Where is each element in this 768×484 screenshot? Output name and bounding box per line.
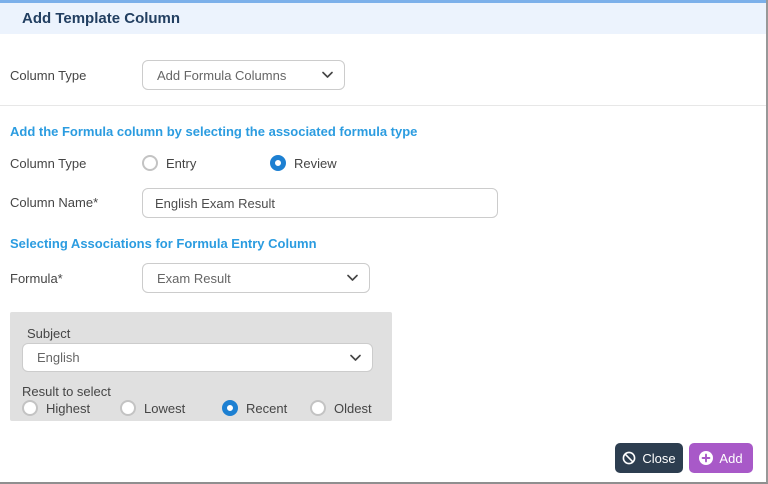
- section-divider: [0, 105, 766, 106]
- close-button[interactable]: Close: [615, 443, 683, 473]
- column-name-label: Column Name*: [10, 195, 99, 210]
- radio-lowest[interactable]: Lowest: [120, 400, 185, 416]
- associations-section-heading: Selecting Associations for Formula Entry…: [10, 236, 317, 251]
- radio-entry[interactable]: Entry: [142, 155, 196, 171]
- chevron-down-icon: [350, 354, 361, 361]
- radio-recent[interactable]: Recent: [222, 400, 287, 416]
- close-button-label: Close: [642, 450, 676, 466]
- add-template-column-modal: Add Template Column Column Type Add Form…: [0, 0, 768, 484]
- chevron-down-icon: [347, 274, 358, 282]
- radio-highest-circle[interactable]: [22, 400, 38, 416]
- add-button[interactable]: Add: [689, 443, 753, 473]
- subject-select[interactable]: English: [22, 343, 373, 372]
- radio-review[interactable]: Review: [270, 155, 337, 171]
- subject-label: Subject: [27, 326, 71, 341]
- column-name-input[interactable]: [142, 188, 498, 218]
- radio-recent-label: Recent: [246, 400, 288, 416]
- radio-oldest[interactable]: Oldest: [310, 400, 372, 416]
- ban-icon: [622, 451, 636, 465]
- column-type-select[interactable]: Add Formula Columns: [142, 60, 345, 90]
- radio-entry-label: Entry: [166, 155, 197, 171]
- radio-highest[interactable]: Highest: [22, 400, 90, 416]
- radio-highest-label: Highest: [46, 400, 91, 416]
- column-type-radio-label: Column Type: [10, 156, 87, 171]
- formula-section-heading: Add the Formula column by selecting the …: [10, 124, 418, 139]
- formula-select[interactable]: Exam Result: [142, 263, 370, 293]
- radio-oldest-circle[interactable]: [310, 400, 326, 416]
- radio-oldest-label: Oldest: [334, 400, 372, 416]
- radio-lowest-label: Lowest: [144, 400, 186, 416]
- modal-title: Add Template Column: [22, 10, 181, 27]
- radio-review-circle[interactable]: [270, 155, 286, 171]
- formula-select-value: Exam Result: [157, 270, 231, 286]
- radio-review-label: Review: [294, 155, 337, 171]
- add-button-label: Add: [719, 450, 743, 466]
- column-type-select-value: Add Formula Columns: [157, 67, 287, 83]
- formula-label: Formula*: [10, 271, 63, 286]
- radio-entry-circle[interactable]: [142, 155, 158, 171]
- chevron-down-icon: [322, 71, 333, 79]
- radio-lowest-circle[interactable]: [120, 400, 136, 416]
- plus-circle-icon: [699, 451, 714, 465]
- modal-header: Add Template Column: [0, 3, 766, 34]
- subject-select-value: English: [37, 350, 80, 365]
- column-type-top-label: Column Type: [10, 68, 87, 83]
- radio-recent-circle[interactable]: [222, 400, 238, 416]
- result-to-select-label: Result to select: [22, 384, 111, 399]
- association-panel: Subject English Result to select Highest…: [10, 312, 392, 421]
